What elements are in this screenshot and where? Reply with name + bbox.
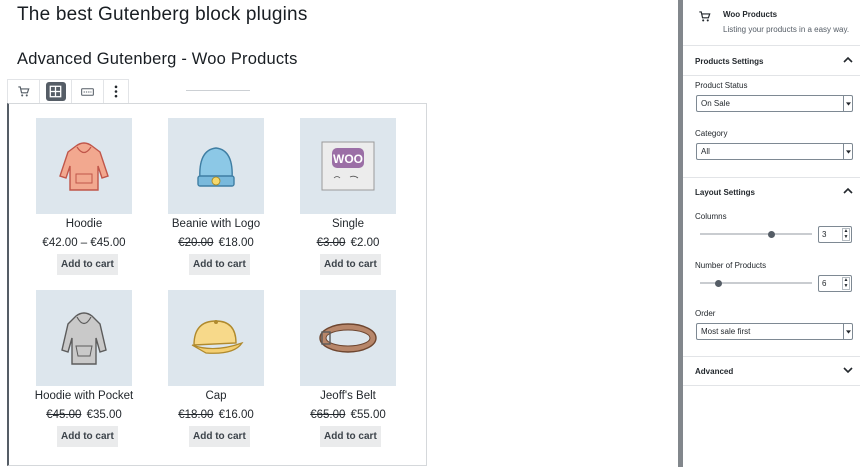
panel-title: Advanced (695, 367, 734, 376)
block-heading[interactable]: Advanced Gutenberg - Woo Products (17, 50, 298, 69)
cart-icon (699, 11, 711, 22)
number-of-products-input[interactable]: 6 ▲ ▼ (818, 275, 852, 292)
regular-price: €18.00 (178, 409, 214, 421)
sale-price: €55.00 (350, 409, 386, 421)
caret-down-icon (843, 324, 852, 339)
product-image[interactable] (168, 118, 264, 214)
sale-price: €2.00 (350, 237, 380, 249)
select-value: All (701, 147, 710, 156)
list-view-icon (81, 87, 94, 96)
product-card[interactable]: WOO Single €3.00 €2.00 Add to cart (300, 118, 396, 275)
price-range: €42.00 – €45.00 (42, 237, 126, 249)
panel-title: Products Settings (695, 57, 764, 66)
products-settings-toggle[interactable]: Products Settings (683, 46, 860, 76)
sale-price: €35.00 (86, 409, 122, 421)
editor-canvas: The best Gutenberg block plugins Advance… (0, 0, 678, 467)
list-view-button[interactable] (72, 80, 104, 103)
svg-text:WOO: WOO (333, 152, 363, 166)
product-status-label: Product Status (695, 81, 748, 90)
woo-products-block[interactable]: Hoodie €42.00 – €45.00 Add to cart Beani… (7, 103, 427, 466)
input-value: 3 (822, 230, 827, 239)
slider-handle[interactable] (715, 279, 722, 287)
block-card: Woo Products Listing your products in a … (683, 0, 860, 46)
product-price: €3.00 €2.00 (270, 237, 426, 249)
hoodie-image (59, 142, 109, 191)
select-value: Most sale first (701, 327, 751, 336)
add-to-cart-button[interactable]: Add to cart (189, 426, 250, 447)
slider-handle[interactable] (768, 230, 775, 238)
regular-price: €65.00 (310, 409, 346, 421)
cap-image (191, 320, 244, 354)
regular-price: €45.00 (46, 409, 82, 421)
product-image[interactable] (36, 118, 132, 214)
product-price: €65.00 €55.00 (270, 409, 426, 421)
product-card[interactable]: Hoodie €42.00 – €45.00 Add to cart (36, 118, 132, 275)
single-album-image: WOO (321, 141, 375, 191)
add-to-cart-button[interactable]: Add to cart (57, 426, 118, 447)
post-title[interactable]: The best Gutenberg block plugins (17, 4, 308, 26)
grid-view-button[interactable] (40, 80, 72, 103)
product-card[interactable]: Beanie with Logo €20.00 €18.00 Add to ca… (168, 118, 264, 275)
add-to-cart-button[interactable]: Add to cart (189, 254, 250, 275)
regular-price: €20.00 (178, 237, 214, 249)
caret-down-icon (843, 144, 852, 159)
category-label: Category (695, 129, 728, 138)
decrement-icon[interactable]: ▼ (843, 234, 849, 241)
more-options-button[interactable] (104, 80, 128, 103)
sale-price: €16.00 (218, 409, 254, 421)
chevron-down-icon (843, 367, 853, 374)
advanced-toggle[interactable]: Advanced (683, 356, 860, 386)
sale-price: €18.00 (218, 237, 254, 249)
beanie-image (197, 147, 235, 187)
chevron-up-icon (843, 187, 853, 194)
product-image[interactable] (300, 290, 396, 386)
columns-label: Columns (695, 212, 727, 221)
product-image[interactable] (36, 290, 132, 386)
add-to-cart-button[interactable]: Add to cart (320, 426, 381, 447)
spin-buttons[interactable]: ▲ ▼ (842, 228, 850, 241)
columns-slider[interactable] (700, 230, 812, 238)
product-name[interactable]: Single (270, 218, 426, 230)
product-card[interactable]: Jeoff's Belt €65.00 €55.00 Add to cart (300, 290, 396, 447)
block-toolbar (7, 79, 129, 104)
hoodie-pocket-image (61, 312, 107, 365)
order-label: Order (695, 309, 716, 318)
layout-settings-toggle[interactable]: Layout Settings (683, 177, 860, 207)
order-select[interactable]: Most sale first (696, 323, 853, 340)
settings-sidebar: Woo Products Listing your products in a … (683, 0, 860, 467)
regular-price: €3.00 (316, 237, 346, 249)
product-card[interactable]: Hoodie with Pocket €45.00 €35.00 Add to … (35, 290, 133, 447)
belt-image (319, 323, 377, 353)
block-type-button[interactable] (8, 80, 40, 103)
block-card-title: Woo Products (723, 10, 778, 19)
spin-buttons[interactable]: ▲ ▼ (842, 277, 850, 290)
product-card[interactable]: Cap €18.00 €16.00 Add to cart (168, 290, 264, 447)
input-value: 6 (822, 279, 827, 288)
caret-down-icon (843, 96, 852, 111)
panel-title: Layout Settings (695, 188, 756, 197)
select-value: On Sale (701, 99, 730, 108)
product-image[interactable]: WOO (300, 118, 396, 214)
block-card-description: Listing your products in a easy way. (723, 25, 850, 34)
columns-input[interactable]: 3 ▲ ▼ (818, 226, 852, 243)
chevron-up-icon (843, 56, 853, 63)
more-options-icon (114, 85, 118, 98)
add-to-cart-button[interactable]: Add to cart (320, 254, 381, 275)
product-status-select[interactable]: On Sale (696, 95, 853, 112)
number-of-products-label: Number of Products (695, 261, 767, 270)
number-of-products-slider[interactable] (700, 279, 812, 287)
add-to-cart-button[interactable]: Add to cart (57, 254, 118, 275)
product-image[interactable] (168, 290, 264, 386)
block-placeholder-divider (186, 90, 250, 91)
decrement-icon[interactable]: ▼ (843, 283, 849, 290)
grid-view-icon (49, 85, 62, 98)
cart-icon (18, 86, 30, 97)
category-select[interactable]: All (696, 143, 853, 160)
product-name[interactable]: Jeoff's Belt (270, 390, 426, 402)
